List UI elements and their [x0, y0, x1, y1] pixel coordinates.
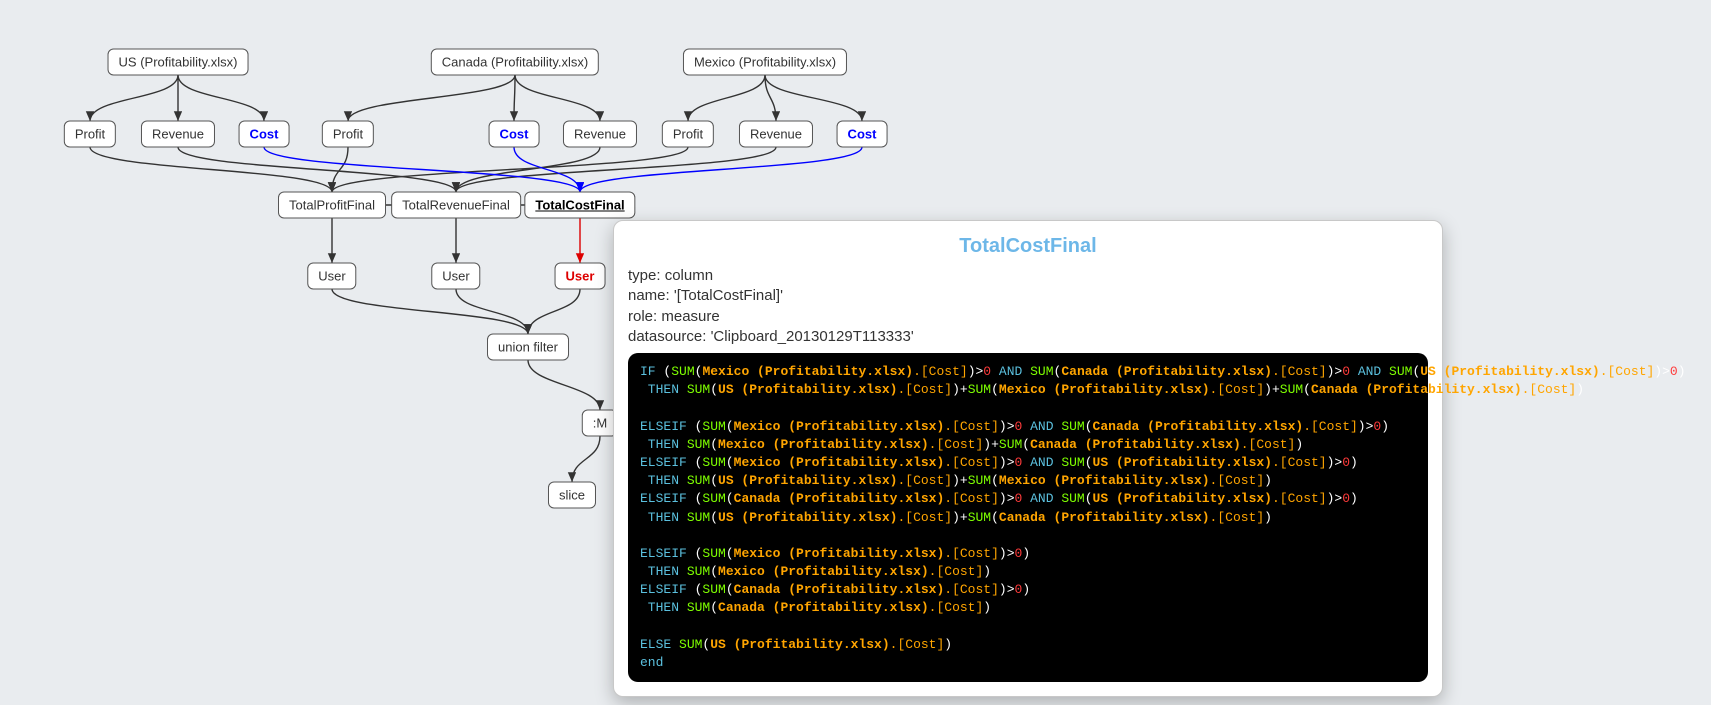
node-slice[interactable]: slice: [548, 482, 596, 509]
node-union-filter[interactable]: union filter: [487, 334, 569, 361]
detail-title: TotalCostFinal: [628, 235, 1428, 258]
formula-code: IF (SUM(Mexico (Profitability.xlsx).[Cos…: [628, 353, 1428, 682]
meta-type-label: type:: [628, 267, 665, 284]
detail-meta: type: column name: '[TotalCostFinal]' ro…: [628, 266, 1428, 347]
node-user-1[interactable]: User: [307, 263, 356, 290]
node-mx-rev[interactable]: Revenue: [739, 121, 813, 148]
node-mexico[interactable]: Mexico (Profitability.xlsx): [683, 49, 847, 76]
node-total-cost[interactable]: TotalCostFinal: [524, 192, 635, 219]
node-user-2[interactable]: User: [431, 263, 480, 290]
node-canada[interactable]: Canada (Profitability.xlsx): [431, 49, 599, 76]
node-detail-panel: TotalCostFinal type: column name: '[Tota…: [613, 220, 1443, 697]
meta-type-value: column: [665, 267, 713, 284]
node-ca-profit[interactable]: Profit: [322, 121, 374, 148]
node-us[interactable]: US (Profitability.xlsx): [108, 49, 249, 76]
meta-name-value: '[TotalCostFinal]': [674, 287, 783, 304]
meta-role-label: role:: [628, 308, 661, 325]
node-us-profit[interactable]: Profit: [64, 121, 116, 148]
meta-datasource-value: 'Clipboard_20130129T113333': [711, 328, 914, 345]
node-mx-profit[interactable]: Profit: [662, 121, 714, 148]
node-total-profit[interactable]: TotalProfitFinal: [278, 192, 386, 219]
meta-role-value: measure: [661, 308, 719, 325]
node-total-revenue[interactable]: TotalRevenueFinal: [391, 192, 521, 219]
node-mx-cost[interactable]: Cost: [837, 121, 888, 148]
node-us-rev[interactable]: Revenue: [141, 121, 215, 148]
node-user-3[interactable]: User: [555, 263, 606, 290]
node-us-cost[interactable]: Cost: [239, 121, 290, 148]
meta-datasource-label: datasource:: [628, 328, 711, 345]
node-ca-rev[interactable]: Revenue: [563, 121, 637, 148]
node-ca-cost[interactable]: Cost: [489, 121, 540, 148]
meta-name-label: name:: [628, 287, 674, 304]
